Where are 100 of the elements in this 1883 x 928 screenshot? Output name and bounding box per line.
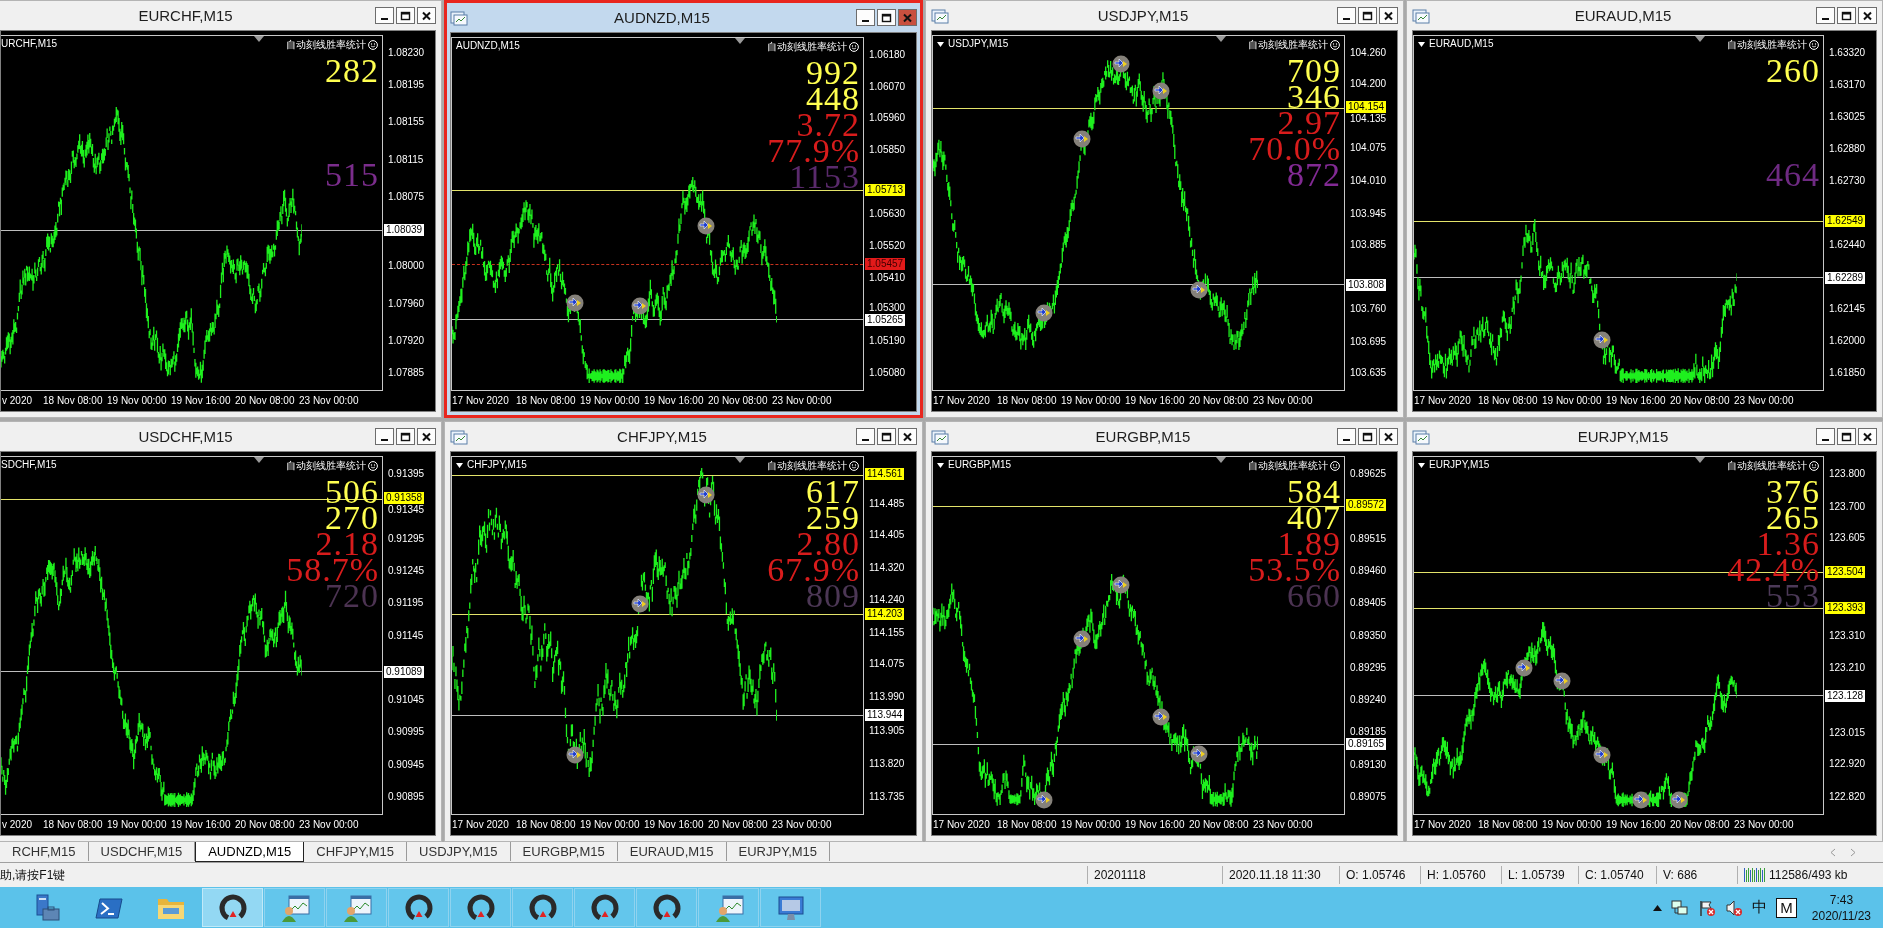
price-label: 1.05850 — [869, 145, 906, 156]
taskbar-button[interactable] — [574, 888, 635, 927]
time-label: 20 Nov 08:00 — [1670, 394, 1731, 408]
close-button[interactable] — [1858, 428, 1877, 445]
chart-window-icon — [450, 9, 468, 26]
price-label: 113.905 — [869, 725, 905, 736]
chart-tab[interactable]: EURJPY,M15 — [726, 841, 831, 861]
price-label: 1.05520 — [869, 240, 906, 251]
minimize-button[interactable] — [375, 428, 394, 445]
maximize-button[interactable] — [396, 428, 415, 445]
chart-window-icon — [931, 428, 949, 445]
input-language-indicator[interactable]: 中 — [1752, 898, 1768, 917]
stat-value: 53.5% — [1248, 557, 1341, 583]
price-label: 1.05300 — [869, 302, 906, 313]
close-button[interactable] — [1379, 428, 1398, 445]
close-button[interactable] — [417, 428, 436, 445]
price-label: 0.90995 — [388, 727, 425, 738]
trade-marker-icon — [631, 594, 650, 613]
maximize-button[interactable] — [1358, 428, 1377, 445]
chart-tab[interactable]: RCHF,M15 — [0, 841, 89, 861]
maximize-button[interactable] — [1358, 7, 1377, 24]
clock-date: 2020/11/23 — [1811, 907, 1871, 924]
chart-window-icon — [931, 7, 949, 24]
taskbar-button[interactable] — [698, 888, 759, 927]
time-label: 19 Nov 00:00 — [107, 394, 168, 408]
price-label: 113.820 — [869, 758, 905, 769]
chart-tab[interactable]: AUDNZD,M15 — [195, 841, 305, 862]
taskbar-button[interactable] — [636, 888, 697, 927]
minimize-button[interactable] — [1337, 428, 1356, 445]
close-icon — [421, 431, 432, 442]
time-label: 23 Nov 00:00 — [299, 818, 360, 832]
network-icon[interactable] — [1671, 898, 1690, 917]
close-button[interactable] — [1379, 7, 1398, 24]
price-label: 1.63025 — [1829, 112, 1866, 123]
time-label: 19 Nov 16:00 — [1606, 394, 1667, 408]
stat-value: 2.97 — [1277, 110, 1341, 136]
maximize-button[interactable] — [396, 7, 415, 24]
time-label: 23 Nov 00:00 — [1734, 394, 1795, 408]
minimize-button[interactable] — [856, 9, 875, 26]
price-tag: 114.203 — [865, 608, 905, 620]
close-button[interactable] — [898, 428, 917, 445]
price-label: 0.91395 — [388, 468, 425, 479]
price-label: 1.62000 — [1829, 335, 1866, 346]
chart-symbol-label: USDJPY,M15 — [948, 38, 1009, 50]
close-button[interactable] — [1858, 7, 1877, 24]
maximize-button[interactable] — [877, 9, 896, 26]
input-mode-button[interactable]: M — [1776, 897, 1797, 918]
trade-marker-icon — [1034, 304, 1053, 323]
stat-value: 720 — [325, 583, 379, 609]
time-label: 23 Nov 00:00 — [772, 818, 833, 832]
trade-marker-icon — [1553, 671, 1572, 690]
taskbar-button[interactable] — [202, 888, 263, 927]
chart-symbol-label: SDCHF,M15 — [1, 459, 57, 471]
minimize-button[interactable] — [1337, 7, 1356, 24]
maximize-button[interactable] — [877, 428, 896, 445]
taskbar-button[interactable] — [512, 888, 573, 927]
dropdown-icon[interactable] — [937, 41, 944, 47]
chart-tab[interactable]: EURAUD,M15 — [617, 841, 727, 861]
minimize-button[interactable] — [375, 7, 394, 24]
time-label: 18 Nov 08:00 — [43, 394, 104, 408]
status-field: 20201118 — [1087, 866, 1222, 884]
taskbar-button[interactable] — [264, 888, 325, 927]
clock-time: 7:43 — [1829, 891, 1854, 908]
price-label: 0.89075 — [1350, 792, 1387, 803]
price-label: 123.800 — [1829, 468, 1866, 479]
taskbar-button[interactable] — [388, 888, 449, 927]
speaker-icon[interactable] — [1725, 898, 1744, 917]
price-label: 0.89130 — [1350, 759, 1387, 770]
chart-tab[interactable]: USDJPY,M15 — [407, 841, 511, 861]
minimize-button[interactable] — [1816, 7, 1835, 24]
chart-symbol-label: EURJPY,M15 — [1429, 459, 1490, 471]
smiley-icon — [1809, 39, 1819, 50]
chart-symbol-label: EURAUD,M15 — [1429, 38, 1494, 50]
trade-marker-icon — [1670, 790, 1689, 809]
taskbar-button[interactable] — [450, 888, 511, 927]
dropdown-icon[interactable] — [1418, 41, 1425, 47]
status-field: L: 1.05739 — [1501, 866, 1578, 884]
chart-tab[interactable]: EURGBP,M15 — [510, 841, 618, 861]
flag-icon[interactable] — [1698, 898, 1717, 917]
price-label: 114.485 — [869, 498, 905, 509]
price-label: 1.05630 — [869, 209, 906, 219]
stat-value: 2.18 — [315, 531, 379, 557]
dropdown-icon[interactable] — [1418, 462, 1425, 468]
show-hidden-icon[interactable] — [1653, 904, 1663, 911]
time-label: v 2020 — [2, 818, 34, 832]
close-button[interactable] — [417, 7, 436, 24]
smiley-icon — [368, 39, 378, 50]
taskbar-button[interactable] — [326, 888, 387, 927]
price-label: 1.07960 — [388, 298, 425, 309]
trade-marker-icon — [1034, 790, 1053, 809]
minimize-button[interactable] — [1816, 428, 1835, 445]
maximize-button[interactable] — [1837, 7, 1856, 24]
dropdown-icon[interactable] — [456, 462, 463, 468]
stat-value: 260 — [1766, 58, 1820, 84]
minimize-button[interactable] — [856, 428, 875, 445]
dropdown-icon[interactable] — [937, 462, 944, 468]
chart-tab[interactable]: CHFJPY,M15 — [304, 841, 408, 861]
maximize-button[interactable] — [1837, 428, 1856, 445]
trade-marker-icon — [1631, 790, 1650, 809]
price-label: 0.91195 — [388, 598, 424, 609]
